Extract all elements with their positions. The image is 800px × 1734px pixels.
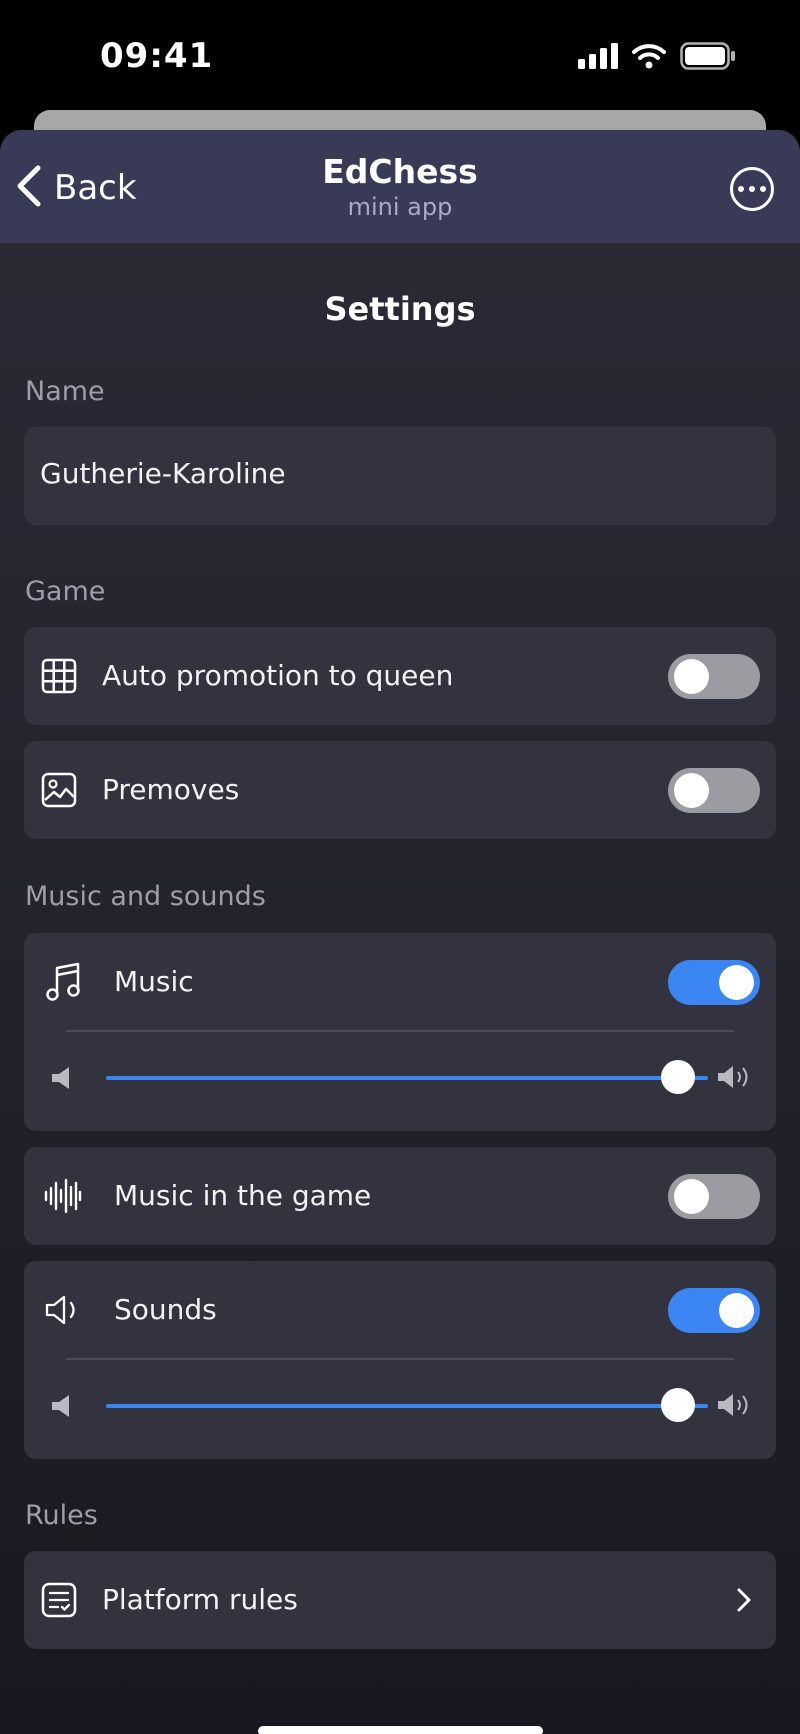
more-dot-icon <box>760 186 766 192</box>
music-in-game-label: Music in the game <box>114 1179 372 1212</box>
music-in-game-toggle[interactable] <box>668 1174 760 1219</box>
sounds-label: Sounds <box>114 1293 217 1326</box>
name-field[interactable]: Gutherie-Karoline <box>24 427 776 525</box>
divider <box>66 1030 734 1032</box>
document-list-icon <box>40 1581 78 1619</box>
setting-music: Music <box>24 933 776 1131</box>
slider-thumb[interactable] <box>660 1388 695 1422</box>
toggle-knob <box>719 1293 754 1328</box>
music-row[interactable]: Music <box>24 933 776 1031</box>
cellular-signal-icon <box>578 43 618 73</box>
music-volume-row <box>24 1047 776 1107</box>
chevron-right-icon <box>736 1587 752 1617</box>
volume-high-icon <box>716 1391 754 1423</box>
app-title: EdChess <box>322 152 478 191</box>
toggle-knob <box>674 773 709 808</box>
sounds-row[interactable]: Sounds <box>24 1261 776 1359</box>
game-section-label: Game <box>25 576 106 607</box>
setting-auto-promotion: Auto promotion to queen <box>24 627 776 725</box>
mini-app-sheet: Back EdChess mini app Settings Name Guth… <box>0 130 800 1734</box>
toggle-knob <box>674 1179 709 1214</box>
music-toggle[interactable] <box>668 960 760 1005</box>
volume-high-icon <box>716 1063 754 1095</box>
setting-music-in-game: Music in the game <box>24 1147 776 1245</box>
status-icons <box>578 42 736 74</box>
wifi-icon <box>632 43 666 73</box>
status-time: 09:41 <box>100 36 214 76</box>
rules-section-label: Rules <box>25 1500 98 1531</box>
platform-rules-row[interactable]: Platform rules <box>24 1551 776 1649</box>
music-label: Music <box>114 965 194 998</box>
music-in-game-row[interactable]: Music in the game <box>24 1147 776 1245</box>
setting-platform-rules: Platform rules <box>24 1551 776 1649</box>
page-title: Settings <box>324 290 476 328</box>
platform-rules-label: Platform rules <box>102 1583 298 1616</box>
auto-promotion-toggle[interactable] <box>668 654 760 699</box>
auto-promotion-row[interactable]: Auto promotion to queen <box>24 627 776 725</box>
sounds-volume-slider[interactable] <box>106 1388 708 1422</box>
nav-title-group: EdChess mini app <box>0 152 800 221</box>
divider <box>66 1358 734 1360</box>
slider-thumb[interactable] <box>660 1060 695 1094</box>
auto-promotion-label: Auto promotion to queen <box>102 659 454 692</box>
waveform-icon <box>44 1177 82 1215</box>
volume-low-icon <box>50 1065 72 1095</box>
status-bar: 09:41 <box>0 0 800 110</box>
home-indicator <box>258 1726 543 1734</box>
premoves-row[interactable]: Premoves <box>24 741 776 839</box>
sounds-volume-row <box>24 1375 776 1435</box>
name-value: Gutherie-Karoline <box>40 457 286 490</box>
name-section-label: Name <box>25 376 105 407</box>
more-dot-icon <box>749 186 755 192</box>
more-dot-icon <box>738 186 744 192</box>
grid-icon <box>40 657 78 695</box>
speaker-icon <box>44 1291 82 1329</box>
app-subtitle: mini app <box>347 193 453 221</box>
more-options-button[interactable] <box>730 167 774 211</box>
image-icon <box>40 771 78 809</box>
music-section-label: Music and sounds <box>25 881 266 912</box>
battery-icon <box>680 42 736 74</box>
toggle-knob <box>674 659 709 694</box>
setting-sounds: Sounds <box>24 1261 776 1459</box>
music-volume-slider[interactable] <box>106 1060 708 1094</box>
premoves-toggle[interactable] <box>668 768 760 813</box>
premoves-label: Premoves <box>102 773 240 806</box>
music-note-icon <box>44 962 82 1001</box>
toggle-knob <box>719 965 754 1000</box>
sounds-toggle[interactable] <box>668 1288 760 1333</box>
volume-low-icon <box>50 1393 72 1423</box>
setting-premoves: Premoves <box>24 741 776 839</box>
nav-bar: Back EdChess mini app <box>0 130 800 243</box>
